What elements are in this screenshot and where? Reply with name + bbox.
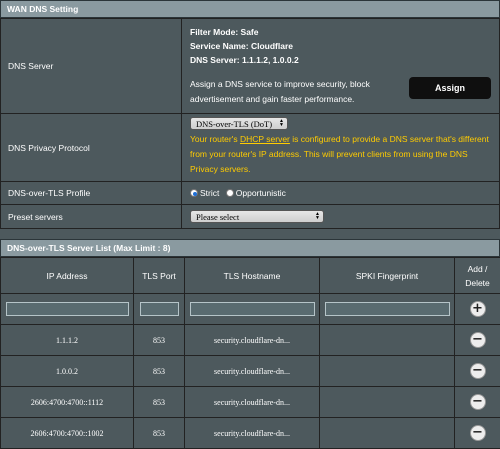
row-hostname: security.cloudflare-dn...	[185, 387, 320, 418]
table-row: 1.0.0.2 853 security.cloudflare-dn... −	[1, 356, 500, 387]
select-arrows-icon: ▲▼	[279, 120, 284, 128]
dns-description: Assign a DNS service to improve security…	[190, 77, 405, 107]
col-add-delete: Add / Delete	[455, 258, 500, 294]
row-ip: 2606:4700:4700::1112	[1, 387, 134, 418]
tls-profile-cell: Strict Opportunistic	[182, 182, 500, 205]
section-spacer	[0, 229, 500, 239]
table-row: 2606:4700:4700::1002 853 security.cloudf…	[1, 418, 500, 449]
dhcp-warning: Your router's DHCP server is configured …	[190, 132, 495, 177]
warning-prefix: Your router's	[190, 134, 240, 144]
server-list-columns: IP Address TLS Port TLS Hostname SPKI Fi…	[1, 258, 500, 294]
select-arrows-icon: ▲▼	[315, 213, 320, 221]
privacy-protocol-value: DNS-over-TLS (DoT)	[196, 119, 272, 129]
dns-settings-panel: WAN DNS Setting DNS Server Filter Mode: …	[0, 0, 500, 414]
opportunistic-label: Opportunistic	[236, 188, 286, 198]
plus-circle-icon[interactable]: +	[470, 301, 486, 317]
new-server-input-row: +	[1, 294, 500, 325]
tls-hostname-input[interactable]	[190, 302, 315, 316]
service-name: Service Name: Cloudflare	[190, 39, 495, 53]
preset-servers-cell: Please select ▲▼	[182, 205, 500, 229]
dns-server-cell: Filter Mode: Safe Service Name: Cloudfla…	[182, 19, 500, 114]
minus-circle-icon[interactable]: −	[470, 363, 486, 379]
row-hostname: security.cloudflare-dn...	[185, 325, 320, 356]
row-port: 853	[134, 418, 185, 449]
row-hostname: security.cloudflare-dn...	[185, 356, 320, 387]
wan-dns-form: DNS Server Filter Mode: Safe Service Nam…	[0, 18, 500, 229]
tls-profile-label: DNS-over-TLS Profile	[1, 182, 182, 205]
preset-servers-value: Please select	[196, 212, 239, 222]
spki-fingerprint-input[interactable]	[325, 302, 450, 316]
privacy-protocol-select[interactable]: DNS-over-TLS (DoT) ▲▼	[190, 117, 288, 130]
strict-label: Strict	[200, 188, 219, 198]
row-ip: 1.1.1.2	[1, 325, 134, 356]
minus-circle-icon[interactable]: −	[470, 425, 486, 441]
wan-dns-header: WAN DNS Setting	[0, 0, 500, 18]
row-port: 853	[134, 356, 185, 387]
row-fingerprint	[320, 387, 455, 418]
minus-circle-icon[interactable]: −	[470, 332, 486, 348]
strict-radio[interactable]	[190, 189, 198, 197]
table-row: 2606:4700:4700::1112 853 security.cloudf…	[1, 387, 500, 418]
opportunistic-radio[interactable]	[226, 189, 234, 197]
row-ip: 2606:4700:4700::1002	[1, 418, 134, 449]
server-list-header: DNS-over-TLS Server List (Max Limit : 8)	[0, 239, 500, 257]
row-ip: 1.0.0.2	[1, 356, 134, 387]
ip-address-input[interactable]	[6, 302, 129, 316]
col-tls-port: TLS Port	[134, 258, 185, 294]
dhcp-server-link[interactable]: DHCP server	[240, 134, 290, 144]
preset-servers-label: Preset servers	[1, 205, 182, 229]
tls-port-input[interactable]	[140, 302, 179, 316]
privacy-protocol-cell: DNS-over-TLS (DoT) ▲▼ Your router's DHCP…	[182, 114, 500, 182]
col-spki-fingerprint: SPKI Fingerprint	[320, 258, 455, 294]
col-ip-address: IP Address	[1, 258, 134, 294]
dns-server-label: DNS Server	[1, 19, 182, 114]
row-fingerprint	[320, 356, 455, 387]
privacy-protocol-label: DNS Privacy Protocol	[1, 114, 182, 182]
server-list-table: IP Address TLS Port TLS Hostname SPKI Fi…	[0, 257, 500, 449]
minus-circle-icon[interactable]: −	[470, 394, 486, 410]
row-fingerprint	[320, 418, 455, 449]
row-port: 853	[134, 325, 185, 356]
dns-server-value: DNS Server: 1.1.1.2, 1.0.0.2	[190, 53, 495, 67]
col-tls-hostname: TLS Hostname	[185, 258, 320, 294]
row-port: 853	[134, 387, 185, 418]
assign-button[interactable]: Assign	[409, 77, 491, 99]
row-fingerprint	[320, 325, 455, 356]
row-hostname: security.cloudflare-dn...	[185, 418, 320, 449]
table-row: 1.1.1.2 853 security.cloudflare-dn... −	[1, 325, 500, 356]
filter-mode: Filter Mode: Safe	[190, 25, 495, 39]
preset-servers-select[interactable]: Please select ▲▼	[190, 210, 324, 223]
